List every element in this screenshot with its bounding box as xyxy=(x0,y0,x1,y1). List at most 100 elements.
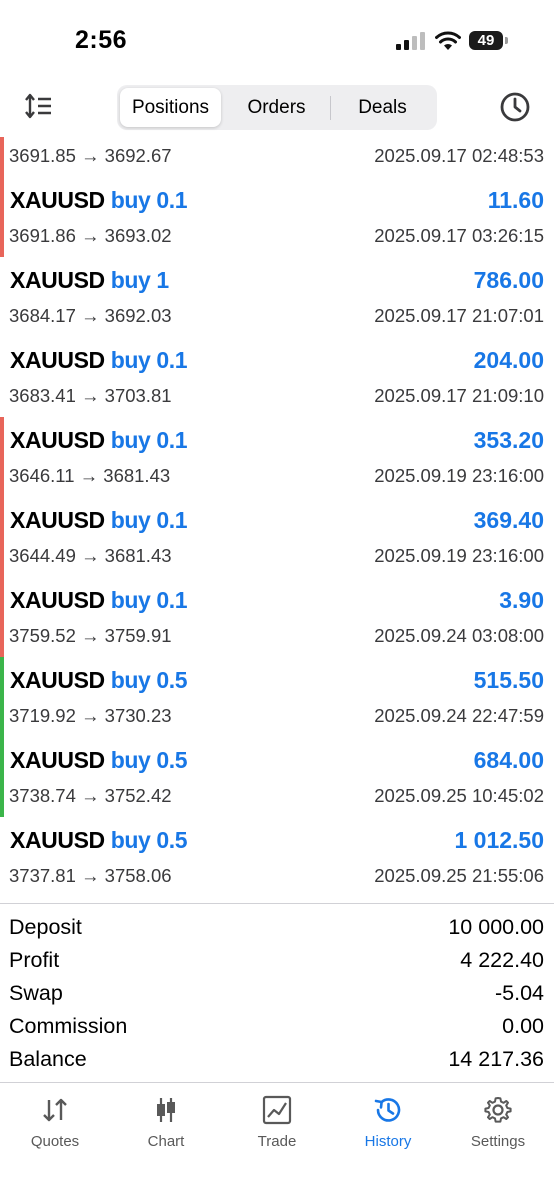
profit-value: 369.40 xyxy=(473,507,544,533)
tab-settings[interactable]: Settings xyxy=(443,1083,553,1163)
summary-value: -5.04 xyxy=(494,981,544,1005)
symbol: XAUUSD xyxy=(10,747,105,773)
trade-chart-icon xyxy=(262,1095,292,1125)
close-time: 2025.09.17 21:07:01 xyxy=(374,305,544,326)
list-item[interactable]: XAUUSD buy 0.1 353.20 3646.11 → 3681.43 … xyxy=(0,417,554,497)
summary-label: Commission xyxy=(9,1014,128,1038)
tab-chart[interactable]: Chart xyxy=(111,1083,221,1163)
open-close-prices: 3684.17 → 3692.03 xyxy=(9,305,172,326)
tab-trade[interactable]: Trade xyxy=(222,1083,332,1163)
tab-label: Settings xyxy=(470,1133,526,1150)
gear-icon xyxy=(484,1097,512,1123)
indicator-bar xyxy=(0,577,4,657)
trade-side-volume: buy 0.5 xyxy=(110,827,188,853)
open-close-prices: 3738.74 → 3752.42 xyxy=(9,785,172,806)
close-time: 2025.09.25 10:45:02 xyxy=(374,785,544,806)
profit-value: 1 012.50 xyxy=(454,827,544,853)
symbol: XAUUSD xyxy=(10,267,105,293)
profit-value: 684.00 xyxy=(473,747,544,773)
list-item[interactable]: XAUUSD buy 0.5 515.50 3719.92 → 3730.23 … xyxy=(0,657,554,737)
summary-value: 0.00 xyxy=(502,1014,544,1038)
trade-side-volume: buy 1 xyxy=(110,267,169,293)
close-time: 2025.09.17 03:26:15 xyxy=(374,225,544,246)
symbol: XAUUSD xyxy=(10,587,105,613)
close-time: 2025.09.19 23:16:00 xyxy=(374,465,544,486)
trade-side-volume: buy 0.1 xyxy=(110,347,188,373)
candlestick-icon xyxy=(157,1098,175,1122)
symbol: XAUUSD xyxy=(10,827,105,853)
profit-value: 786.00 xyxy=(473,267,544,293)
summary-commission: Commission 0.00 xyxy=(0,1012,554,1045)
summary-label: Swap xyxy=(9,981,63,1005)
status-time: 2:56 xyxy=(75,26,128,54)
close-time: 2025.09.24 03:08:00 xyxy=(374,625,544,646)
open-close-prices: 3683.41 → 3703.81 xyxy=(9,385,172,406)
status-bar: 2:56 49 xyxy=(0,0,554,80)
open-close-prices: 3691.86 → 3693.02 xyxy=(9,225,172,246)
open-close-prices: 3719.92 → 3730.23 xyxy=(9,705,172,726)
symbol: XAUUSD xyxy=(10,347,105,373)
symbol: XAUUSD xyxy=(10,667,105,693)
close-time: 2025.09.24 22:47:59 xyxy=(374,705,544,726)
tab-label: History xyxy=(364,1133,412,1150)
summary-label: Deposit xyxy=(9,915,82,939)
positions-list: 3691.85 → 3692.67 2025.09.17 02:48:53 XA… xyxy=(0,137,554,905)
summary-value: 4 222.40 xyxy=(460,948,544,972)
tab-label: Trade xyxy=(257,1133,297,1150)
profit-value: 515.50 xyxy=(473,667,544,693)
list-item-partial[interactable]: 3691.85 → 3692.67 2025.09.17 02:48:53 xyxy=(0,137,554,177)
bottom-tab-bar: Quotes Chart Trade History Settings xyxy=(0,1082,554,1201)
trade-side-volume: buy 0.1 xyxy=(110,427,188,453)
symbol: XAUUSD xyxy=(10,507,105,533)
open-close-prices: 3644.49 → 3681.43 xyxy=(9,545,172,566)
list-item[interactable]: XAUUSD buy 1 786.00 3684.17 → 3692.03 20… xyxy=(0,257,554,337)
summary-label: Profit xyxy=(9,948,60,972)
open-close-prices: 3759.52 → 3759.91 xyxy=(9,625,172,646)
open-close-prices: 3737.81 → 3758.06 xyxy=(9,865,172,886)
summary-deposit: Deposit 10 000.00 xyxy=(0,913,554,946)
summary-label: Balance xyxy=(9,1047,87,1071)
tab-label: Quotes xyxy=(30,1133,80,1150)
account-summary: Deposit 10 000.00 Profit 4 222.40 Swap -… xyxy=(0,913,554,1078)
close-time: 2025.09.17 21:09:10 xyxy=(374,385,544,406)
trade-side-volume: buy 0.1 xyxy=(110,187,188,213)
summary-balance: Balance 14 217.36 xyxy=(0,1045,554,1078)
indicator-bar xyxy=(0,497,4,577)
indicator-bar xyxy=(0,257,4,337)
indicator-bar xyxy=(0,177,4,257)
wifi-icon xyxy=(435,31,461,50)
list-item[interactable]: XAUUSD buy 0.1 3.90 3759.52 → 3759.91 20… xyxy=(0,577,554,657)
positions-orders-deals-segmented-control: Positions Orders Deals xyxy=(117,85,437,130)
indicator-bar xyxy=(0,337,4,417)
history-clock-icon xyxy=(374,1098,401,1122)
battery-level: 49 xyxy=(469,31,503,50)
profit-value: 204.00 xyxy=(473,347,544,373)
summary-value: 10 000.00 xyxy=(448,915,544,939)
tab-history[interactable]: History xyxy=(333,1083,443,1163)
list-item[interactable]: XAUUSD buy 0.1 11.60 3691.86 → 3693.02 2… xyxy=(0,177,554,257)
symbol: XAUUSD xyxy=(10,427,105,453)
loss-indicator-bar xyxy=(0,137,4,177)
symbol: XAUUSD xyxy=(10,187,105,213)
battery-icon: 49 xyxy=(469,31,509,50)
list-item[interactable]: XAUUSD buy 0.5 1 012.50 3737.81 → 3758.0… xyxy=(0,817,554,897)
tab-orders[interactable]: Orders xyxy=(224,88,329,127)
tab-positions[interactable]: Positions xyxy=(120,88,221,127)
trade-side-volume: buy 0.1 xyxy=(110,587,188,613)
tab-quotes[interactable]: Quotes xyxy=(0,1083,110,1163)
summary-value: 14 217.36 xyxy=(448,1047,544,1071)
list-item[interactable]: XAUUSD buy 0.5 684.00 3738.74 → 3752.42 … xyxy=(0,737,554,817)
close-time: 2025.09.25 21:55:06 xyxy=(374,865,544,886)
list-item[interactable]: XAUUSD buy 0.1 369.40 3644.49 → 3681.43 … xyxy=(0,497,554,577)
list-item[interactable]: XAUUSD buy 0.1 204.00 3683.41 → 3703.81 … xyxy=(0,337,554,417)
indicator-bar xyxy=(0,737,4,817)
history-period-clock-icon[interactable] xyxy=(498,90,532,124)
profit-value: 11.60 xyxy=(487,187,544,213)
indicator-bar xyxy=(0,657,4,737)
list-divider xyxy=(0,903,554,904)
sort-icon[interactable] xyxy=(22,91,54,123)
close-time: 2025.09.19 23:16:00 xyxy=(374,545,544,566)
indicator-bar xyxy=(0,417,4,497)
open-close-prices: 3691.85 → 3692.67 xyxy=(9,145,172,166)
tab-deals[interactable]: Deals xyxy=(331,88,434,127)
